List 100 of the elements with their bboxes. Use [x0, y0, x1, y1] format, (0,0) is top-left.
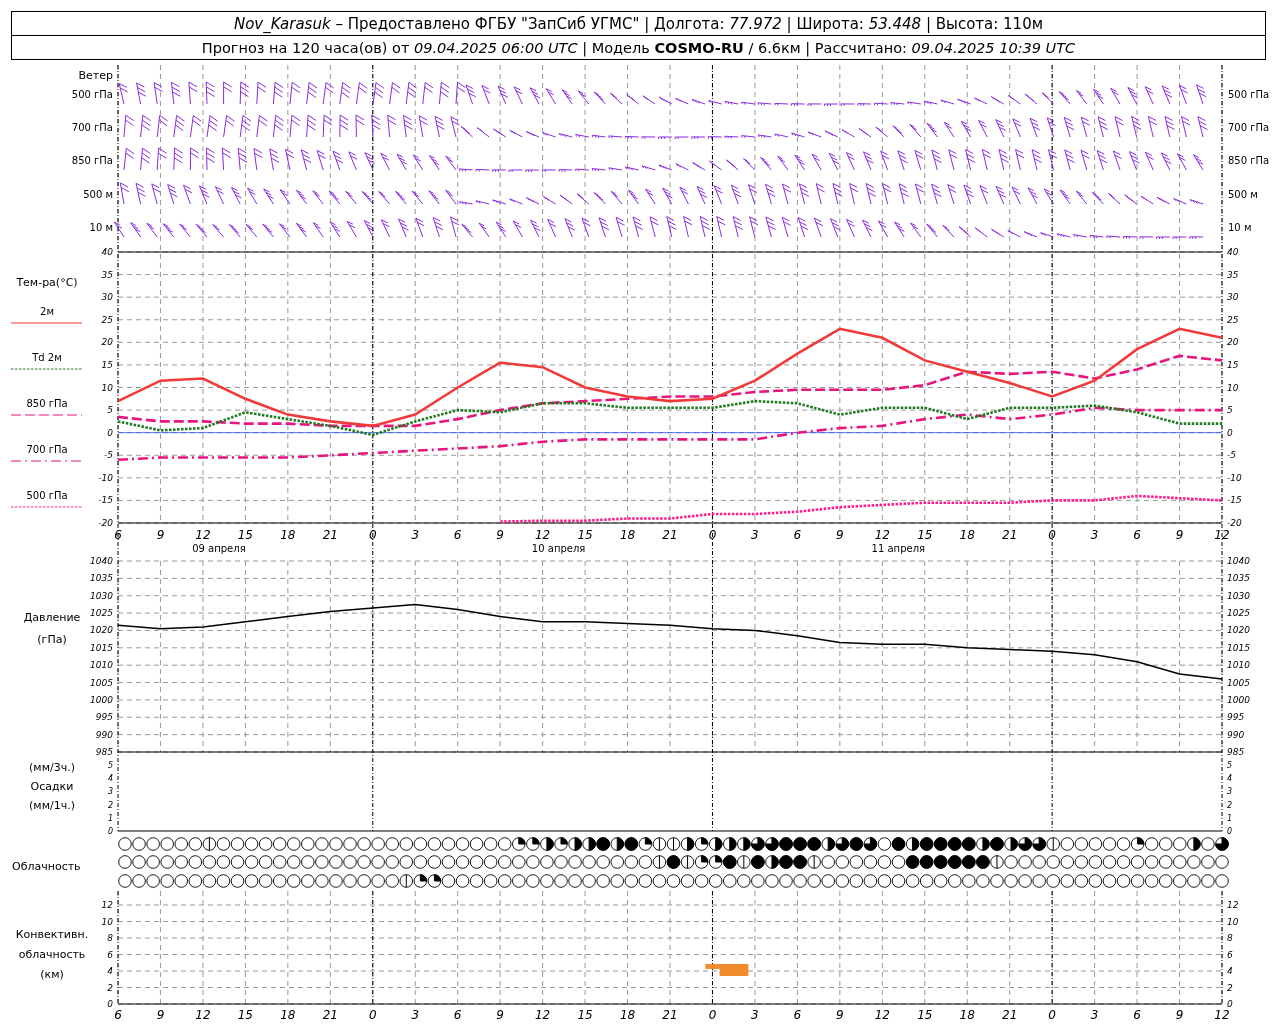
axis-tick-label: 0 — [1048, 1008, 1056, 1022]
cloud-cover-icon — [244, 855, 259, 869]
axis-tick-label: 6 — [114, 1008, 122, 1022]
cloud-cover-icon — [666, 855, 681, 869]
cloud-cover-icon — [455, 837, 470, 851]
cloud-cover-icon — [216, 837, 231, 851]
cloud-cover-icon — [1215, 855, 1229, 869]
axis-tick-label: -5 — [1227, 450, 1236, 461]
cloud-cover-icon — [1060, 837, 1075, 851]
cloud-cover-icon — [1173, 855, 1187, 869]
axis-tick-label: 3 — [411, 528, 420, 542]
cloud-cover-icon — [976, 874, 990, 888]
cloud-cover-icon — [962, 874, 976, 888]
cloud-cover-icon — [891, 855, 906, 869]
axis-tick-label: 40 — [1227, 247, 1239, 257]
cloud-cover-icon — [666, 874, 681, 888]
axis-tick-label: 18 — [280, 528, 296, 542]
axis-tick-label: 0 — [1227, 827, 1233, 836]
cloud-cover-icon — [1159, 837, 1173, 851]
cloud-cover-icon — [301, 855, 315, 869]
axis-tick-label: 1015 — [90, 642, 113, 653]
cloud-cover-icon — [1018, 855, 1032, 869]
axis-tick-label: 2 — [1227, 982, 1233, 993]
cloud-cover-icon — [1159, 855, 1173, 869]
axis-tick-label: 12 — [1227, 900, 1239, 910]
legend-label: 700 гПа — [26, 444, 68, 455]
cloud-cover-icon — [216, 874, 231, 888]
cloud-cover-icon — [948, 855, 962, 869]
cloud-cover-icon — [1060, 855, 1075, 869]
axis-tick-label: 9 — [156, 528, 165, 542]
cloud-cover-icon — [666, 837, 681, 851]
cloud-cover-icon — [962, 855, 976, 869]
cloud-cover-icon — [230, 874, 245, 888]
cloud-cover-icon — [596, 855, 610, 869]
cloud-cover-icon — [287, 855, 301, 869]
axis-tick-label: 9 — [836, 528, 844, 542]
axis-tick-label: 12 — [195, 528, 211, 542]
cloud-cover-icon — [1032, 874, 1046, 888]
axis-tick-label: 3 — [751, 1008, 759, 1022]
cloud-cover-icon — [272, 874, 287, 888]
cloud-cover-icon — [779, 837, 793, 851]
cloud-cover-icon — [624, 855, 639, 869]
cloud-cover-icon — [371, 874, 385, 888]
axis-tick-label: 10 — [101, 916, 113, 927]
cloud-cover-icon — [427, 874, 442, 888]
cloud-cover-icon — [624, 874, 639, 888]
axis-tick-label: 6 — [114, 528, 122, 542]
axis-tick-label: 6 — [793, 1008, 802, 1022]
cloud-cover-icon — [118, 837, 132, 851]
cloud-cover-icon — [244, 874, 259, 888]
cloud-cover-icon — [132, 874, 146, 888]
axis-tick-label: -10 — [98, 472, 113, 483]
axis-tick-label: 3 — [1090, 1008, 1099, 1022]
axis-tick-label: 18 — [959, 528, 975, 542]
cloud-cover-icon — [1046, 855, 1060, 869]
cloud-cover-icon — [540, 837, 554, 851]
axis-tick-label: 20 — [101, 337, 113, 348]
cloud-cover-icon — [540, 874, 554, 888]
axis-tick-label: 15 — [577, 528, 593, 542]
axis-tick-label: 9 — [496, 528, 504, 542]
cloud-cover-icon — [793, 855, 807, 869]
convective-label: облачность — [18, 948, 86, 961]
cloud-cover-icon — [919, 855, 934, 869]
cloud-cover-icon — [779, 855, 793, 869]
cloud-cover-icon — [427, 855, 442, 869]
cloud-cover-icon — [540, 855, 554, 869]
axis-tick-label: 15 — [917, 1008, 933, 1022]
cloud-cover-icon — [202, 855, 217, 869]
cloud-cover-icon — [807, 874, 821, 888]
axis-tick-label: 0 — [708, 528, 717, 542]
axis-tick-label: 30 — [101, 292, 113, 303]
cloud-cover-icon — [582, 874, 596, 888]
cloud-cover-icon — [469, 874, 484, 888]
axis-tick-label: 1030 — [90, 590, 113, 601]
cloud-cover-icon — [174, 837, 188, 851]
cloud-cover-icon — [258, 874, 273, 888]
axis-tick-label: 1035 — [90, 573, 113, 584]
legend-label: 500 гПа — [26, 490, 68, 501]
axis-tick-label: 15 — [101, 359, 113, 370]
cloud-cover-icon — [118, 855, 132, 869]
legend-label: Td 2м — [32, 352, 62, 363]
cloud-cover-icon — [512, 874, 526, 888]
cloud-cover-icon — [751, 837, 765, 851]
axis-tick-label: 1040 — [90, 556, 113, 566]
axis-tick-label: 12 — [1214, 528, 1230, 542]
axis-tick-label: 6 — [1133, 1008, 1141, 1022]
cloud-cover-icon — [315, 855, 329, 869]
cloud-cover-icon — [1088, 874, 1103, 888]
cloud-cover-icon — [610, 837, 625, 851]
cloud-cover-icon — [694, 855, 709, 869]
cloud-cover-icon — [1088, 855, 1103, 869]
cloud-cover-icon — [315, 874, 329, 888]
cloud-cover-icon — [258, 855, 273, 869]
axis-tick-label: 21 — [322, 1008, 338, 1022]
cloud-cover-icon — [905, 837, 920, 851]
axis-tick-label: 6 — [453, 1008, 462, 1022]
cloud-cover-icon — [990, 874, 1004, 888]
cloud-cover-icon — [1018, 874, 1032, 888]
cloud-cover-icon — [863, 855, 878, 869]
axis-tick-label: 0 — [368, 1008, 377, 1022]
